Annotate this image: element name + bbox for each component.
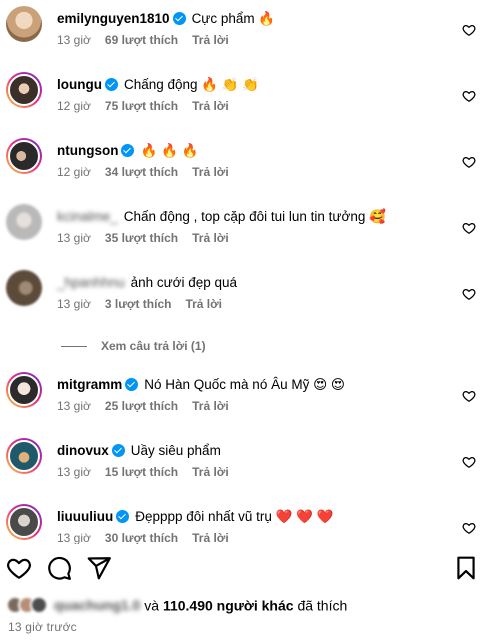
comment-item: mitgramm Nó Hàn Quốc mà nó Âu Mỹ 😍 😍 13 g… bbox=[0, 372, 488, 432]
avatar[interactable] bbox=[6, 72, 42, 108]
reply-button[interactable]: Trả lời bbox=[192, 33, 229, 47]
avatar bbox=[30, 596, 48, 615]
avatar[interactable] bbox=[6, 138, 42, 174]
comment-username[interactable]: mitgramm bbox=[57, 377, 122, 392]
comment-time: 13 giờ bbox=[57, 297, 91, 311]
comment-time: 12 giờ bbox=[57, 165, 91, 179]
comment-likes[interactable]: 15 lượt thích bbox=[105, 465, 178, 479]
comment-username[interactable]: kcinalme_ bbox=[57, 209, 118, 224]
verified-badge-icon bbox=[121, 144, 135, 157]
reply-button[interactable]: Trả lời bbox=[192, 165, 229, 179]
heart-outline-icon[interactable] bbox=[462, 23, 476, 37]
view-replies-label: Xem câu trả lời (1) bbox=[101, 339, 206, 353]
comment-text: 🔥 🔥 🔥 bbox=[140, 143, 199, 158]
comment-item: liuuuliuu Đẹpppp đôi nhất vũ trụ ❤️ ❤️ ❤️… bbox=[0, 504, 488, 544]
liked-by-and: và bbox=[144, 597, 160, 614]
verified-badge-icon bbox=[104, 78, 118, 91]
comment-item: kcinalme_ Chấn động , top cặp đôi tui lun… bbox=[0, 204, 488, 264]
comment-text: ảnh cưới đẹp quá bbox=[130, 275, 238, 290]
comment-likes[interactable]: 69 lượt thích bbox=[105, 33, 178, 47]
heart-outline-icon[interactable] bbox=[462, 389, 476, 403]
heart-outline-icon[interactable] bbox=[462, 221, 476, 235]
comment-time: 13 giờ bbox=[57, 465, 91, 479]
comment-text: Chấn động , top cặp đôi tui lun tin tưởn… bbox=[123, 209, 386, 224]
comments-list: emilynguyen1810 Cực phẩm 🔥 13 giờ 69 lượt … bbox=[0, 0, 488, 544]
liked-by-suffix: đã thích bbox=[297, 597, 348, 614]
avatar[interactable] bbox=[6, 204, 42, 240]
liked-by-row[interactable]: quachung1.0 và 110.490 người khác đã thí… bbox=[6, 596, 347, 616]
comment-likes[interactable]: 3 lượt thích bbox=[105, 297, 172, 311]
comment-username[interactable]: liuuuliuu bbox=[57, 509, 113, 524]
reply-button[interactable]: Trả lời bbox=[192, 399, 229, 413]
comment-time: 13 giờ bbox=[57, 399, 91, 413]
comment-icon[interactable] bbox=[46, 555, 72, 581]
comment-text: Chấng động 🔥 👏 👏 bbox=[123, 77, 260, 92]
heart-outline-icon[interactable] bbox=[462, 287, 476, 301]
comment-username[interactable]: emilynguyen1810 bbox=[57, 11, 170, 26]
verified-badge-icon bbox=[111, 444, 125, 457]
comment-username[interactable]: ntungson bbox=[57, 143, 118, 158]
comment-likes[interactable]: 35 lượt thích bbox=[105, 231, 178, 245]
comment-likes[interactable]: 34 lượt thích bbox=[105, 165, 178, 179]
avatar[interactable] bbox=[6, 504, 42, 540]
bookmark-icon[interactable] bbox=[453, 555, 479, 581]
thread-line bbox=[61, 346, 87, 348]
post-action-bar bbox=[0, 550, 488, 586]
heart-outline-icon[interactable] bbox=[6, 555, 32, 581]
comment-username[interactable]: _hpanhhnu bbox=[57, 275, 125, 290]
reply-button[interactable]: Trả lời bbox=[185, 297, 222, 311]
comment-item: ntungson 🔥 🔥 🔥 12 giờ 34 lượt thích Trả lời bbox=[0, 138, 488, 198]
comment-username[interactable]: dinovux bbox=[57, 443, 109, 458]
heart-outline-icon[interactable] bbox=[462, 155, 476, 169]
comment-text: Nó Hàn Quốc mà nó Âu Mỹ 😍 😍 bbox=[144, 377, 345, 392]
verified-badge-icon bbox=[116, 510, 130, 523]
comment-likes[interactable]: 25 lượt thích bbox=[105, 399, 178, 413]
comment-username[interactable]: loungu bbox=[57, 77, 102, 92]
view-replies-button[interactable]: Xem câu trả lời (1) bbox=[61, 339, 206, 353]
avatar[interactable] bbox=[6, 270, 42, 306]
comment-text: Uầy siêu phẩm bbox=[130, 443, 221, 458]
comment-text: Cực phẩm 🔥 bbox=[191, 11, 276, 26]
liked-by-username[interactable]: quachung1.0 bbox=[54, 597, 140, 613]
heart-outline-icon[interactable] bbox=[462, 521, 476, 535]
verified-badge-icon bbox=[125, 378, 139, 391]
avatar[interactable] bbox=[6, 6, 42, 42]
avatar[interactable] bbox=[6, 438, 42, 474]
comment-time: 12 giờ bbox=[57, 99, 91, 113]
comment-likes[interactable]: 75 lượt thích bbox=[105, 99, 178, 113]
send-icon[interactable] bbox=[86, 555, 112, 581]
comment-time: 13 giờ bbox=[57, 231, 91, 245]
avatar[interactable] bbox=[6, 372, 42, 408]
reply-button[interactable]: Trả lời bbox=[192, 99, 229, 113]
comment-item: emilynguyen1810 Cực phẩm 🔥 13 giờ 69 lượt … bbox=[0, 6, 488, 66]
reply-button[interactable]: Trả lời bbox=[192, 465, 229, 479]
verified-badge-icon bbox=[172, 12, 186, 25]
post-timestamp: 13 giờ trước bbox=[8, 620, 77, 634]
heart-outline-icon[interactable] bbox=[462, 89, 476, 103]
comment-item: dinovux Uầy siêu phẩm 13 giờ 15 lượt thích… bbox=[0, 438, 488, 498]
comment-time: 13 giờ bbox=[57, 33, 91, 47]
heart-outline-icon[interactable] bbox=[462, 455, 476, 469]
comment-time: 13 giờ bbox=[57, 531, 91, 544]
reply-button[interactable]: Trả lời bbox=[192, 231, 229, 245]
comment-item: loungu Chấng động 🔥 👏 👏 12 giờ 75 lượt thí… bbox=[0, 72, 488, 132]
liked-by-count[interactable]: 110.490 người khác bbox=[163, 597, 294, 613]
reply-button[interactable]: Trả lời bbox=[192, 531, 229, 544]
comment-text: Đẹpppp đôi nhất vũ trụ ❤️ ❤️ ❤️ bbox=[135, 509, 334, 524]
comment-likes[interactable]: 30 lượt thích bbox=[105, 531, 178, 544]
comment-item: _hpanhhnu ảnh cưới đẹp quá 13 giờ 3 lượt t… bbox=[0, 270, 488, 330]
